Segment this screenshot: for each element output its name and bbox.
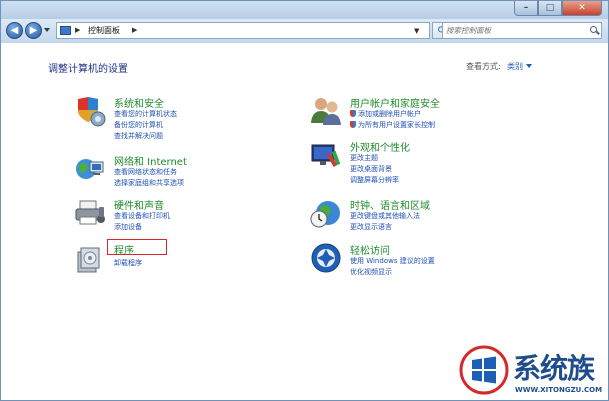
title-bar[interactable]: – □ ✕ [1,1,608,19]
maximize-button[interactable]: □ [538,1,562,16]
link-check-computer-status[interactable]: 查看您的计算机状态 [114,109,177,119]
category-title[interactable]: 外观和个性化 [350,139,410,154]
programs-icon[interactable] [74,242,106,274]
search-box[interactable] [442,22,602,39]
link-add-device[interactable]: 添加设备 [114,222,142,232]
category-title[interactable]: 硬件和声音 [114,197,164,212]
navigation-toolbar: ◀ ▶ ▶ 控制面板 ▶ ▼ ⟳ [1,19,608,43]
watermark-url: WWW.XITONGZU.COM [515,386,603,394]
control-panel-content: 调整计算机的设置 查看方式: 类别 系统和安全 查看您的计算机状态 备份您的计算… [1,43,608,400]
uac-shield-icon [350,110,356,117]
link-backup-computer[interactable]: 备份您的计算机 [114,120,163,130]
view-by-dropdown[interactable]: 类别 [507,61,523,72]
view-by-label: 查看方式: [466,62,501,71]
users-icon[interactable] [310,95,342,127]
clock-globe-icon[interactable] [310,197,342,229]
minimize-button[interactable]: – [514,1,538,16]
link-recommended-settings[interactable]: 使用 Windows 建议的设置 [350,256,435,266]
link-devices-printers[interactable]: 查看设备和打印机 [114,211,170,221]
recent-pages-dropdown-icon[interactable] [44,28,50,32]
ease-of-access-icon[interactable] [310,242,342,274]
link-homegroup-sharing[interactable]: 选择家庭组和共享选项 [114,178,184,188]
link-optimize-visual-display[interactable]: 优化视频显示 [350,267,392,277]
search-input[interactable] [446,24,581,37]
windows-logo-icon [459,345,509,395]
address-dropdown-icon[interactable]: ▼ [414,27,419,35]
shield-computer-icon[interactable] [74,95,106,127]
breadcrumb-control-panel[interactable]: 控制面板 [88,25,120,36]
link-change-keyboard[interactable]: 更改键盘或其他输入法 [350,211,420,221]
link-add-remove-accounts[interactable]: 添加或删除用户帐户 [350,109,421,119]
forward-button[interactable]: ▶ [25,22,42,39]
uac-shield-icon [350,121,356,128]
window-controls: – □ ✕ [514,1,602,17]
back-button[interactable]: ◀ [6,22,23,39]
link-desktop-background[interactable]: 更改桌面背景 [350,164,392,174]
chevron-down-icon[interactable] [526,64,532,68]
watermark-text: 系统族 [513,352,595,385]
control-panel-window: – □ ✕ ◀ ▶ ▶ 控制面板 ▶ ▼ ⟳ 调整计算机的设置 查看方式: 类别 [0,0,609,401]
site-watermark: 系统族 WWW.XITONGZU.COM [459,345,609,401]
printer-icon[interactable] [74,197,106,229]
link-parental-controls[interactable]: 为所有用户设置家长控制 [350,120,435,130]
link-display-language[interactable]: 更改显示语言 [350,222,392,232]
link-troubleshoot[interactable]: 查找并解决问题 [114,131,163,141]
category-title[interactable]: 系统和安全 [114,95,164,110]
page-title: 调整计算机的设置 [48,64,128,75]
chevron-right-icon[interactable]: ▶ [132,26,137,34]
highlight-annotation-box [107,239,167,255]
link-network-status[interactable]: 查看网络状态和任务 [114,167,177,177]
link-uninstall-program[interactable]: 卸载程序 [114,258,142,268]
category-title[interactable]: 轻松访问 [350,242,390,257]
category-title[interactable]: 用户帐户和家庭安全 [350,95,440,110]
link-change-theme[interactable]: 更改主题 [350,153,378,163]
control-panel-icon [60,26,71,35]
chevron-right-icon[interactable]: ▶ [75,26,80,34]
search-icon[interactable] [590,26,597,33]
monitor-personalize-icon[interactable] [310,139,342,171]
close-button[interactable]: ✕ [562,1,602,16]
network-globe-icon[interactable] [74,153,106,185]
address-bar[interactable]: ▶ 控制面板 ▶ ▼ [56,22,430,39]
link-screen-resolution[interactable]: 调整屏幕分辨率 [350,175,399,185]
category-title[interactable]: 时钟、语言和区域 [350,197,430,212]
category-title[interactable]: 网络和 Internet [114,153,187,168]
